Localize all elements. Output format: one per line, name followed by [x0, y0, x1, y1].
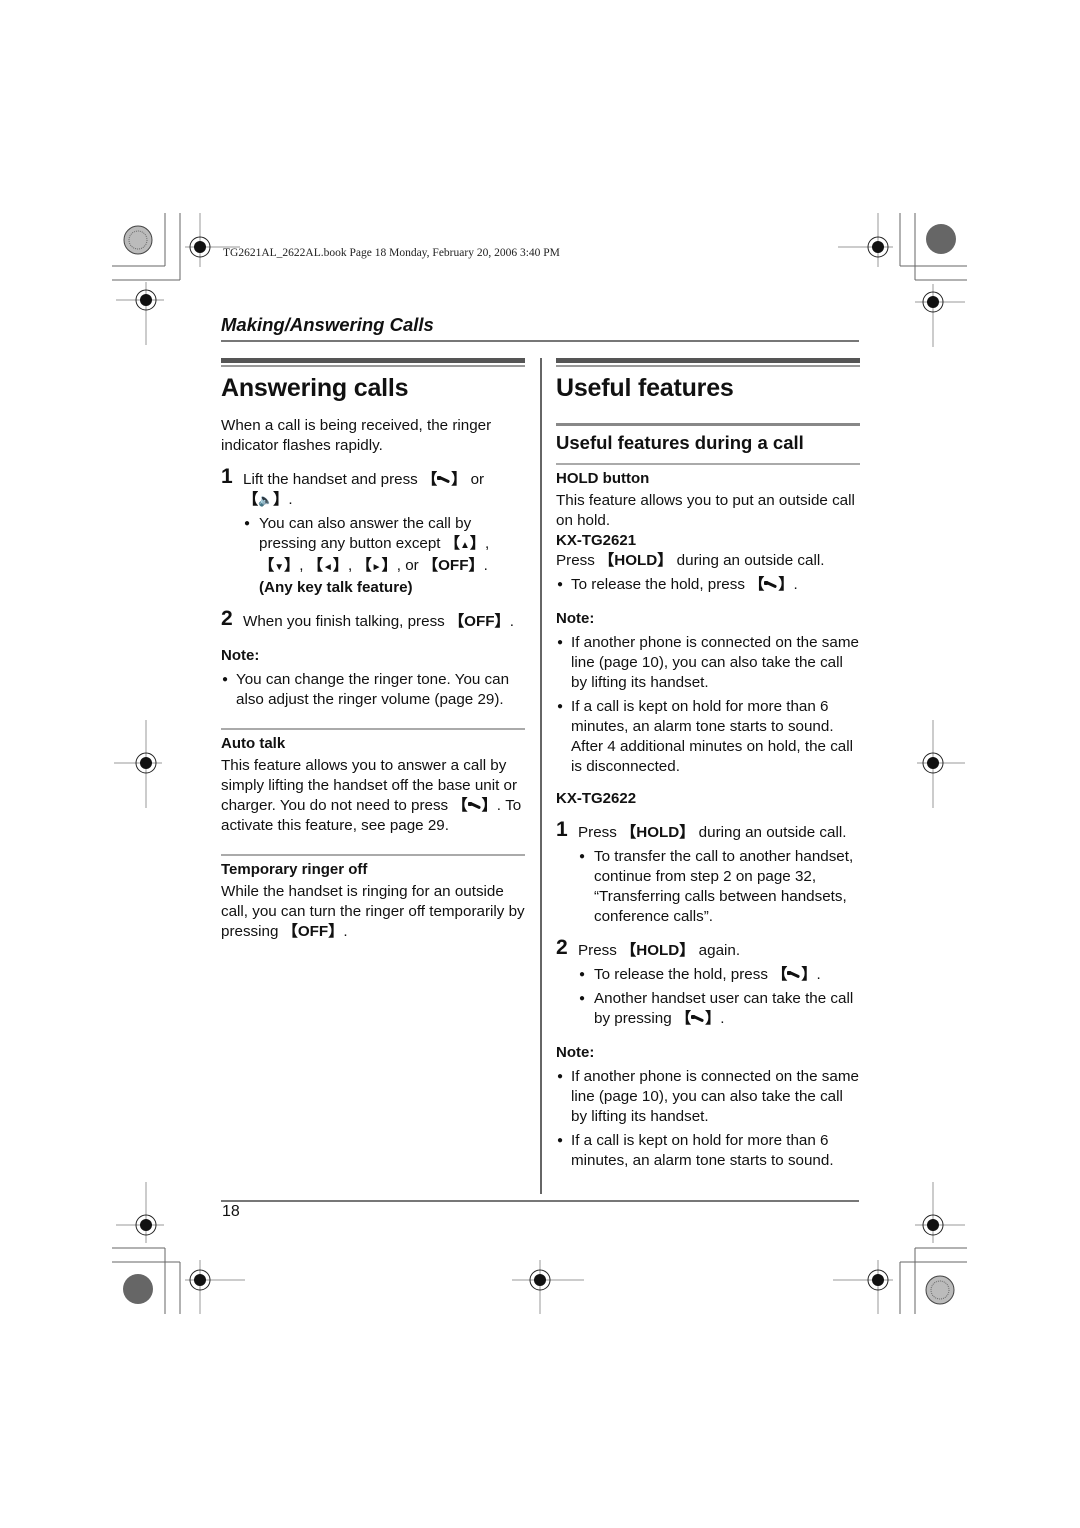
model-kx-tg2621: KX-TG2621 — [556, 532, 637, 549]
phone-talk-icon — [691, 1014, 705, 1024]
up-arrow-icon: ▲ — [459, 540, 470, 551]
target-mark — [185, 1260, 245, 1314]
model1-bullet: To release the hold, press 【】. — [556, 575, 860, 595]
ringer-off-text: While the handset is ringing for an outs… — [221, 883, 525, 940]
ringer-off-heading: Temporary ringer off — [221, 861, 368, 878]
phone-talk-icon — [787, 970, 801, 980]
note-bullet: You can change the ringer tone. You can … — [221, 670, 525, 710]
phone-talk-icon — [437, 475, 451, 485]
left-column: Answering calls When a call is being rec… — [221, 358, 525, 942]
title-bar — [556, 358, 860, 365]
divider — [221, 728, 525, 730]
step-1: 1 Press 【HOLD】 during an outside call. T… — [556, 819, 860, 927]
section-title: Making/Answering Calls — [221, 314, 434, 335]
step-number: 1 — [221, 465, 233, 488]
note-label: Note: — [556, 610, 595, 627]
step-2: 2 When you finish talking, press 【OFF】. — [221, 607, 514, 630]
target-mark — [114, 720, 162, 808]
subtitle-bar — [556, 423, 860, 426]
step-bullet: To transfer the call to another handset,… — [578, 847, 860, 927]
target-mark — [838, 213, 893, 267]
speaker-icon: 🔈 — [258, 493, 274, 507]
column-divider — [540, 358, 542, 1194]
file-header: TG2621AL_2622AL.book Page 18 Monday, Feb… — [223, 247, 560, 259]
step-2: 2 Press 【HOLD】 again. To release the hol… — [556, 937, 860, 1029]
note-label: Note: — [556, 1044, 595, 1061]
step-bullet: Another handset user can take the call b… — [578, 989, 860, 1029]
target-mark — [833, 1260, 893, 1314]
down-arrow-icon: ▼ — [274, 562, 285, 573]
hold-button-heading: HOLD button — [556, 470, 650, 487]
any-key-talk: (Any key talk feature) — [259, 579, 413, 596]
hold-intro: This feature allows you to put an outsid… — [556, 492, 855, 529]
auto-talk-text: This feature allows you to answer a call… — [221, 757, 522, 834]
step-bullet: To release the hold, press 【】. — [578, 965, 860, 985]
note-bullet: If another phone is connected on the sam… — [556, 633, 860, 693]
page-number: 18 — [222, 1203, 240, 1220]
target-mark — [915, 284, 965, 347]
right-arrow-icon: ► — [371, 562, 382, 573]
note-label: Note: — [221, 647, 260, 664]
note-bullet: If a call is kept on hold for more than … — [556, 1131, 860, 1171]
target-mark — [915, 1182, 965, 1243]
auto-talk-heading: Auto talk — [221, 735, 286, 752]
target-mark — [116, 1182, 164, 1243]
title-bar — [221, 358, 525, 365]
phone-talk-icon — [467, 801, 482, 811]
model-kx-tg2622: KX-TG2622 — [556, 790, 637, 807]
target-mark — [512, 1260, 584, 1314]
phone-talk-icon — [764, 580, 778, 590]
useful-features-title: Useful features — [556, 374, 734, 402]
target-mark — [917, 720, 965, 808]
footer-rule — [221, 1200, 859, 1202]
intro-text: When a call is being received, the ringe… — [221, 417, 492, 454]
left-arrow-icon: ◄ — [322, 562, 333, 573]
useful-features-subtitle: Useful features during a call — [556, 432, 804, 453]
right-column: Useful features Useful features during a… — [556, 358, 860, 1171]
divider — [556, 463, 860, 465]
target-mark — [116, 282, 164, 345]
divider — [221, 854, 525, 856]
step-1: 1 Lift the handset and press 【】 or 【🔈】. … — [221, 465, 525, 598]
note-bullet: If another phone is connected on the sam… — [556, 1067, 860, 1127]
note-bullet: If a call is kept on hold for more than … — [556, 697, 860, 777]
step-1-bullet: You can also answer the call by pressing… — [243, 514, 525, 598]
model1-instruction: Press 【HOLD】 during an outside call. — [556, 552, 825, 569]
answering-calls-title: Answering calls — [221, 374, 409, 402]
section-rule — [221, 340, 859, 342]
